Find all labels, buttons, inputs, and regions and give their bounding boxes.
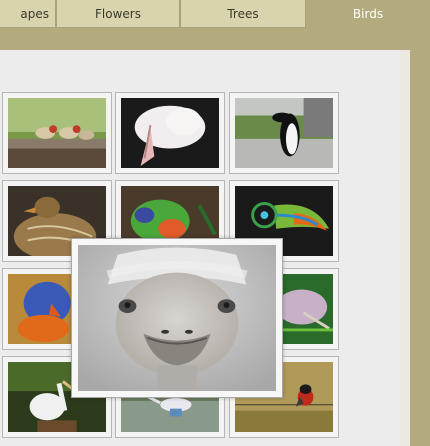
- thumbnail-penguin[interactable]: [229, 92, 339, 174]
- gallery-panel: [0, 50, 410, 446]
- tab-birds[interactable]: Birds: [306, 0, 430, 28]
- tab-trees[interactable]: Trees: [180, 0, 306, 28]
- penguin-image: [235, 98, 333, 168]
- enlarged-preview[interactable]: [71, 238, 283, 398]
- tab-flowers[interactable]: Flowers: [56, 0, 180, 28]
- gallery-grid: [0, 50, 400, 446]
- finches-image: [8, 98, 106, 168]
- pelican-image: [121, 98, 219, 168]
- tab-bar: apes Flowers Trees Birds: [0, 0, 430, 30]
- thumbnail-pelican[interactable]: [115, 92, 225, 174]
- tab-shapes[interactable]: apes: [0, 0, 56, 28]
- ostrich-image: [78, 245, 276, 391]
- thumbnail-finches[interactable]: [2, 92, 112, 174]
